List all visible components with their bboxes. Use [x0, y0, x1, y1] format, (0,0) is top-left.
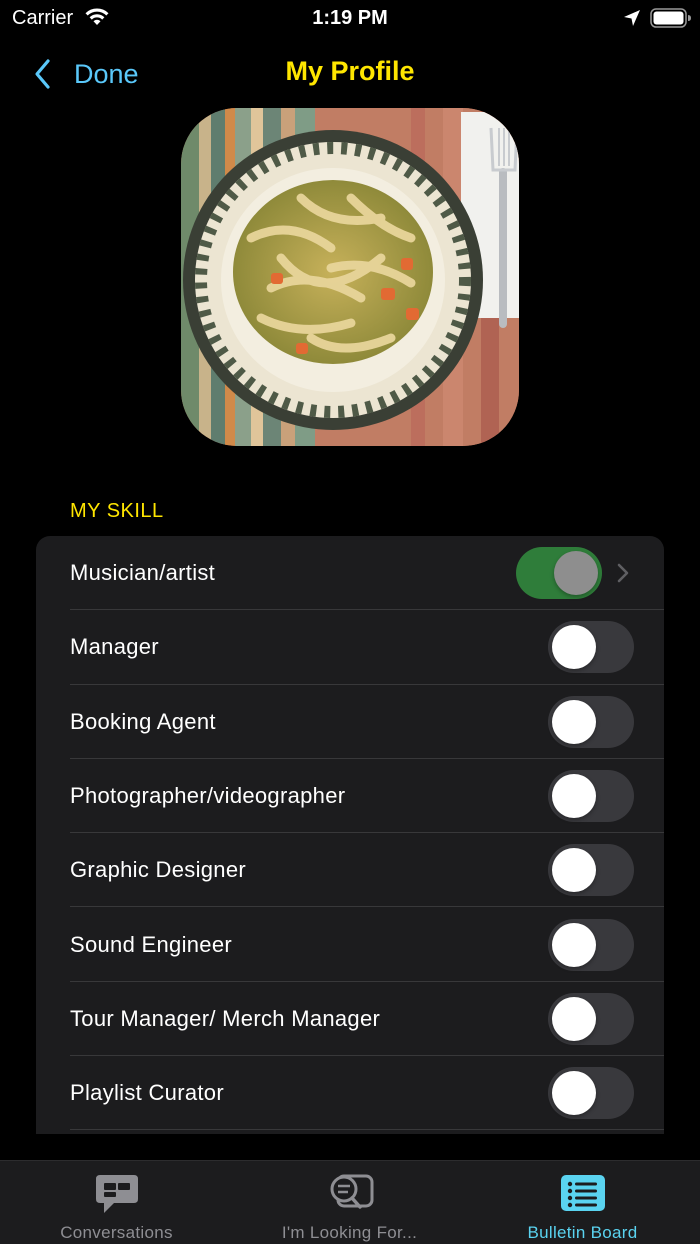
profile-photo-image	[181, 108, 519, 446]
skill-toggle-tour-manager[interactable]	[548, 992, 634, 1045]
tab-conversations[interactable]: Conversations	[0, 1161, 233, 1244]
skill-label: Photographer/videographer	[70, 783, 346, 809]
skill-row-graphic-designer[interactable]: Graphic Designer	[36, 833, 664, 908]
skill-label: Graphic Designer	[70, 857, 246, 883]
skill-label: Playlist Curator	[70, 1080, 224, 1106]
skill-row-photographer[interactable]: Photographer/videographer	[36, 759, 664, 834]
toggle-knob	[554, 551, 598, 596]
tab-label: Bulletin Board	[527, 1223, 638, 1242]
toggle-knob	[552, 625, 596, 670]
toggle-knob	[552, 774, 596, 819]
skill-toggle-booking-agent[interactable]	[548, 695, 634, 748]
section-header-my-skill: MY SKILL	[70, 500, 164, 522]
skill-row-sound-engineer[interactable]: Sound Engineer	[36, 907, 664, 982]
skill-toggle-graphic-designer[interactable]	[548, 844, 634, 897]
toggle-knob	[552, 922, 596, 967]
skill-label: Musician/artist	[70, 560, 216, 586]
skill-label: Booking Agent	[70, 708, 216, 734]
tab-label: I'm Looking For...	[281, 1223, 418, 1242]
chevron-right-icon	[617, 563, 629, 583]
page-title: My Profile	[285, 56, 415, 86]
location-arrow-icon	[624, 10, 640, 26]
tab-looking-for[interactable]: I'm Looking For...	[233, 1161, 466, 1244]
skill-label: Sound Engineer	[70, 931, 232, 957]
skill-toggle-sound-engineer[interactable]	[548, 918, 634, 971]
toggle-knob	[552, 1071, 596, 1116]
search-bubble-icon	[330, 1174, 373, 1209]
toggle-knob	[552, 848, 596, 893]
status-time: 1:19 PM	[312, 7, 388, 29]
navigation-bar: Done My Profile	[0, 44, 700, 100]
skill-toggle-photographer[interactable]	[548, 770, 634, 823]
battery-icon	[650, 8, 691, 28]
toggle-knob	[552, 996, 596, 1041]
skill-label: Tour Manager/ Merch Manager	[70, 1005, 381, 1031]
skill-toggle-manager[interactable]	[548, 621, 634, 674]
chat-bubble-icon	[95, 1175, 138, 1213]
status-bar: Carrier 1:19 PM	[0, 0, 700, 36]
skill-row-musician[interactable]: Musician/artist	[36, 536, 664, 611]
skill-row-booking-agent[interactable]: Booking Agent	[36, 685, 664, 759]
tab-bulletin-board[interactable]: Bulletin Board	[466, 1161, 699, 1244]
skill-label: Manager	[70, 634, 159, 660]
skill-row-playlist-curator[interactable]: Playlist Curator	[36, 1056, 664, 1131]
list-icon	[560, 1175, 605, 1211]
divider	[70, 1129, 664, 1131]
skill-toggle-musician[interactable]	[516, 547, 602, 600]
skill-row-manager[interactable]: Manager	[36, 610, 664, 685]
tab-bar: Conversations I'm Looking For... Bulleti…	[0, 1160, 700, 1244]
skill-list: Musician/artist Manager Booking Agent Ph…	[36, 536, 664, 1134]
tab-label: Conversations	[60, 1223, 173, 1242]
skill-toggle-playlist-curator[interactable]	[548, 1067, 634, 1120]
skill-row-tour-manager[interactable]: Tour Manager/ Merch Manager	[36, 982, 664, 1057]
profile-photo[interactable]	[181, 108, 519, 446]
toggle-knob	[552, 699, 596, 744]
